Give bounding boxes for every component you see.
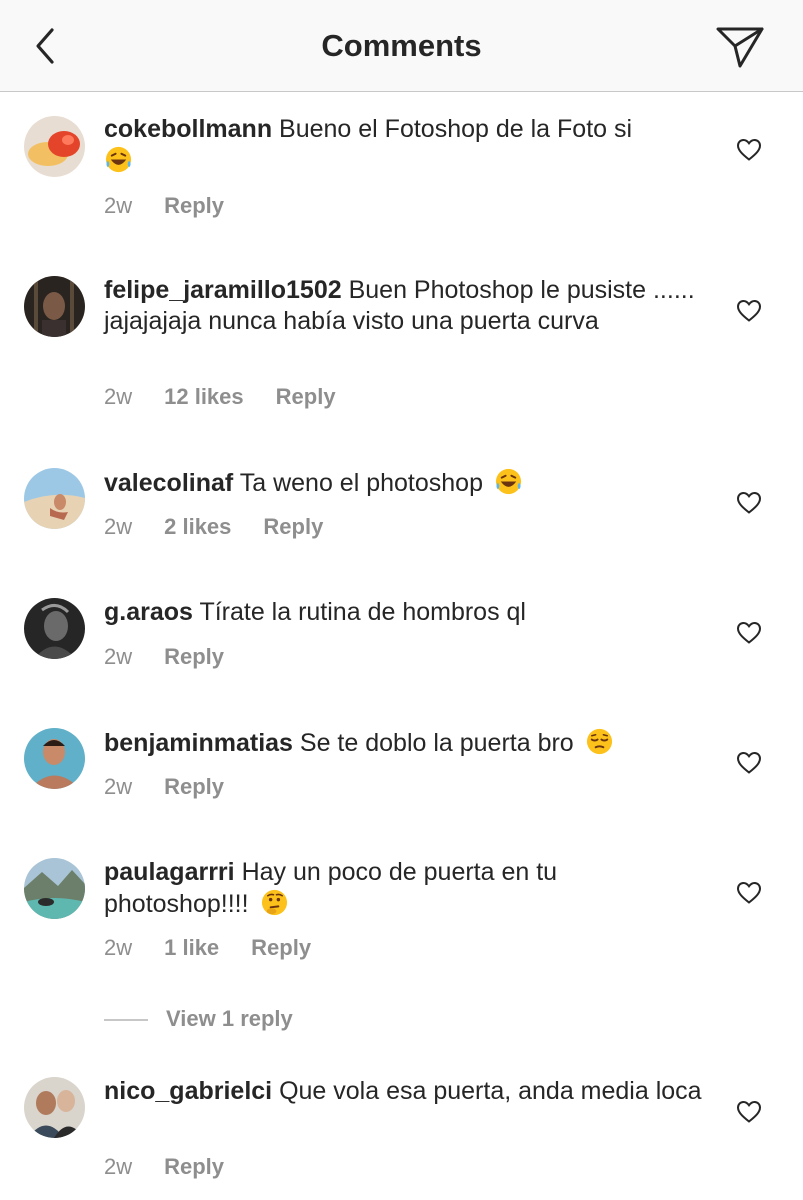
reply-button[interactable]: Reply xyxy=(164,774,224,800)
reply-button[interactable]: Reply xyxy=(251,935,311,961)
share-button[interactable] xyxy=(714,22,766,72)
avatar[interactable] xyxy=(24,1077,85,1138)
reply-button[interactable]: Reply xyxy=(276,384,336,410)
comment-body: Ta weno el photoshop xyxy=(239,469,483,497)
heart-outline-icon[interactable] xyxy=(736,299,762,323)
comment-time: 2w xyxy=(104,774,133,799)
comment-username[interactable]: felipe_jaramillo1502 xyxy=(104,276,342,304)
likes-count[interactable]: 1 like xyxy=(164,935,219,961)
comment-time: 2w xyxy=(104,935,133,960)
laughing-tears-emoji-icon xyxy=(495,468,522,495)
comment-time: 2w xyxy=(104,384,133,409)
comment-meta: 2w Reply xyxy=(104,644,224,670)
comment-text: g.araos Tírate la rutina de hombros ql xyxy=(104,597,704,628)
comment-username[interactable]: benjaminmatias xyxy=(104,729,293,757)
pensive-emoji-icon xyxy=(586,728,612,755)
thinking-emoji-icon xyxy=(261,889,287,916)
comment-username[interactable]: valecolinaf xyxy=(104,469,233,497)
comment-username[interactable]: nico_gabrielci xyxy=(104,1077,272,1105)
page-title: Comments xyxy=(321,28,482,63)
likes-count[interactable]: 2 likes xyxy=(164,514,231,540)
avatar[interactable] xyxy=(24,116,85,177)
heart-outline-icon[interactable] xyxy=(736,621,762,645)
view-replies-divider xyxy=(104,1019,148,1022)
laughing-tears-emoji-icon xyxy=(105,146,132,173)
avatar[interactable] xyxy=(24,598,85,659)
send-icon xyxy=(716,27,764,68)
comment-username[interactable]: paulagarrri xyxy=(104,858,235,886)
avatar[interactable] xyxy=(24,468,85,529)
comment-meta: 2w 1 like Reply xyxy=(104,935,311,961)
comment-time: 2w xyxy=(104,644,133,669)
comment-meta: 2w Reply xyxy=(104,1154,224,1180)
avatar[interactable] xyxy=(24,728,85,789)
avatar[interactable] xyxy=(24,858,85,919)
comment-body: Tírate la rutina de hombros ql xyxy=(199,598,526,626)
heart-outline-icon[interactable] xyxy=(736,138,762,162)
comment-body: Bueno el Fotoshop de la Foto si xyxy=(279,115,633,143)
reply-button[interactable]: Reply xyxy=(164,644,224,670)
reply-button[interactable]: Reply xyxy=(263,514,323,540)
view-replies-button[interactable]: View 1 reply xyxy=(104,1006,293,1034)
comment-text: cokebollmann Bueno el Fotoshop de la Fot… xyxy=(104,114,704,177)
comment-username[interactable]: cokebollmann xyxy=(104,115,272,143)
likes-count[interactable]: 12 likes xyxy=(164,384,244,410)
comment-meta: 2w Reply xyxy=(104,774,224,800)
comment-time: 2w xyxy=(104,514,133,539)
header-bar: Comments xyxy=(0,0,803,92)
comment-meta: 2w 2 likes Reply xyxy=(104,514,323,540)
comment-time: 2w xyxy=(104,1154,133,1179)
comment-text: valecolinaf Ta weno el photoshop xyxy=(104,467,704,499)
comment-body: Se te doblo la puerta bro xyxy=(299,729,574,757)
reply-button[interactable]: Reply xyxy=(164,1154,224,1180)
comment-text: felipe_jaramillo1502 Buen Photoshop le p… xyxy=(104,275,704,337)
comment-meta: 2w 12 likes Reply xyxy=(104,384,336,410)
comment-text: benjaminmatias Se te doblo la puerta bro xyxy=(104,727,704,759)
heart-outline-icon[interactable] xyxy=(736,881,762,905)
comment-username[interactable]: g.araos xyxy=(104,598,193,626)
heart-outline-icon[interactable] xyxy=(736,491,762,515)
comment-time: 2w xyxy=(104,193,133,218)
heart-outline-icon[interactable] xyxy=(736,1100,762,1124)
comment-text: paulagarrri Hay un poco de puerta en tu … xyxy=(104,857,704,920)
comment-body: Que vola esa puerta, anda media loca xyxy=(279,1077,702,1105)
heart-outline-icon[interactable] xyxy=(736,751,762,775)
view-replies-label: View 1 reply xyxy=(166,1006,293,1031)
comment-meta: 2w Reply xyxy=(104,193,224,219)
comment-text: nico_gabrielci Que vola esa puerta, anda… xyxy=(104,1076,704,1107)
avatar[interactable] xyxy=(24,276,85,337)
reply-button[interactable]: Reply xyxy=(164,193,224,219)
